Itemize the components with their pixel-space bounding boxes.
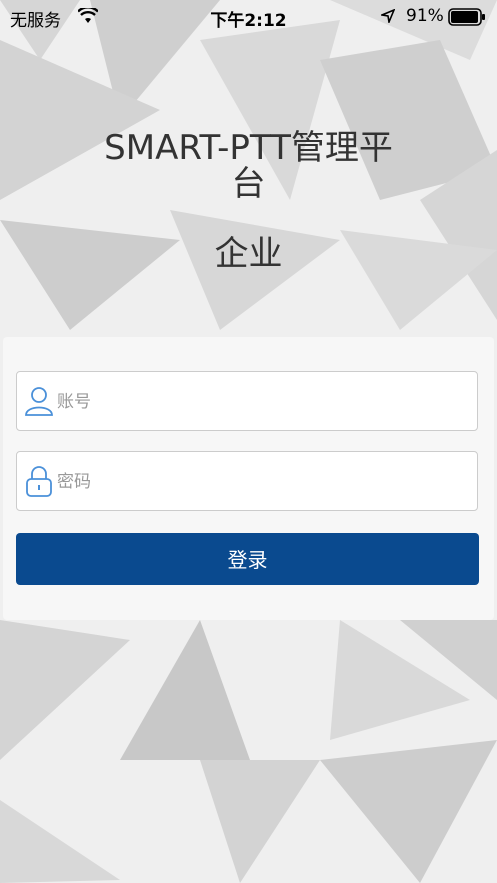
- battery-percent: 91%: [406, 6, 444, 26]
- page-title: SMART-PTT管理平台: [104, 128, 393, 204]
- account-input[interactable]: [55, 372, 474, 432]
- login-button[interactable]: 登录: [16, 533, 479, 585]
- user-icon: [25, 387, 53, 416]
- title-block: SMART-PTT管理平台 企业: [0, 130, 497, 274]
- page-subtitle: 企业: [214, 234, 283, 274]
- password-field[interactable]: [16, 451, 478, 512]
- battery-icon: [448, 8, 485, 26]
- login-card: 登录: [3, 337, 494, 620]
- account-field[interactable]: [16, 371, 478, 432]
- password-input[interactable]: [55, 452, 474, 512]
- location-arrow-icon: [381, 9, 395, 23]
- lock-icon: [26, 466, 52, 497]
- status-bar: 无服务 下午2:12 91%: [0, 0, 497, 34]
